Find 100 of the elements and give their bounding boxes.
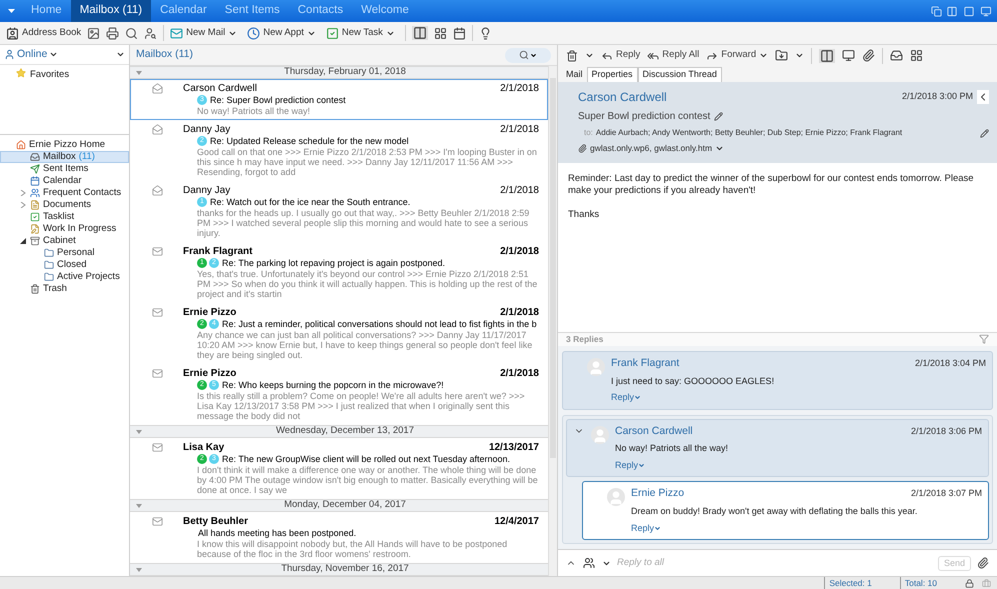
caret-icon (530, 52, 537, 58)
message-date: 2/1/2018 (500, 244, 539, 258)
tasklist-icon (30, 212, 40, 222)
collapse-icon[interactable] (977, 90, 989, 104)
dropdown-caret-icon (116, 50, 125, 59)
favorites-label[interactable]: Favorites (30, 68, 70, 82)
picture-icon[interactable] (87, 26, 100, 40)
folder-tree-item[interactable]: Tasklist (0, 211, 129, 223)
status-dropdown[interactable]: Online (4, 46, 58, 62)
filter-icon[interactable] (979, 334, 989, 344)
pencil-icon[interactable] (980, 128, 989, 138)
unread-count: (11) (78, 150, 95, 164)
reply-text: I just need to say: GOOOOOO EAGLES! (611, 374, 776, 388)
folder-tree-item[interactable]: Documents (0, 199, 129, 211)
toolbar-button[interactable]: Reply All (647, 48, 700, 63)
toolbar-button[interactable]: New Task (326, 26, 395, 40)
lock-icon (965, 578, 974, 588)
message-preview: Is this really still a problem? Come on people! We're all adults here aren't we? >>> Lisa Kay 12/13/2017 3:58 PM >>> I just realized that when I originally sent this message the body did not (196, 391, 526, 421)
pencil-icon[interactable] (714, 112, 724, 121)
reply-date: 2/1/2018 3:07 PM (910, 487, 982, 500)
sender-name: Ernie Pizzo (183, 366, 236, 380)
sender-name: Lisa Kay (183, 440, 224, 454)
folder-tree-item[interactable]: Frequent Contacts (0, 187, 129, 199)
calendar-icon[interactable] (452, 26, 466, 40)
folder-tree-item[interactable]: Cabinet (0, 235, 129, 247)
paperclip-icon[interactable] (977, 555, 989, 571)
find-user-icon[interactable] (144, 26, 158, 40)
message-subject: Re: The new GroupWise client will be rolled out next Tuesday afternoon. (222, 454, 510, 464)
search-icon (519, 50, 529, 60)
attachment-list[interactable]: gwlast.only.wp6, gwlast.only.htm (590, 142, 712, 155)
toolbar-button[interactable]: Reply (601, 48, 640, 63)
search-icon[interactable] (125, 26, 138, 40)
folder-icon (44, 260, 54, 270)
expanded-triangle-icon[interactable] (20, 238, 26, 244)
message-body-text: Thanks (568, 208, 600, 221)
message-subject: Re: Updated Release schedule for the new model (210, 136, 409, 146)
triangle-icon (136, 430, 142, 434)
folder-tree-item[interactable]: Work In Progress (0, 223, 129, 235)
grid-icon[interactable] (910, 49, 924, 62)
paperclip-icon[interactable] (862, 49, 876, 62)
move-folder-icon[interactable] (775, 49, 788, 62)
reply-text: No way! Patriots all the way! (615, 442, 730, 456)
selected-count: Selected: 1 (824, 576, 892, 589)
message-preview: Good call on that one >>> Ernie Pizzo 2/1/2018 2:53 PM >>> I'm looping Buster in on this since h may have input we need. >>> Danny Jay 12/11/2017 11:56 AM >>> Resending, forgot to add (196, 147, 538, 177)
dropdown-caret-icon (795, 51, 804, 60)
people-icon[interactable] (582, 557, 596, 569)
folder-tree-item[interactable]: Sent Items (0, 163, 129, 175)
date-group-header[interactable]: Thursday, February 01, 2018 (130, 66, 548, 79)
window-icon[interactable] (931, 6, 942, 16)
layout-icon[interactable] (979, 6, 993, 16)
replies-count: 3 Replies (566, 332, 604, 346)
lightbulb-icon[interactable] (478, 26, 492, 40)
layout-icon[interactable] (842, 49, 856, 62)
toolbar-button[interactable]: Address Book (6, 26, 82, 40)
folder-name: Sent Items (43, 162, 88, 176)
tray-icon[interactable] (890, 49, 904, 62)
folder-tree-item[interactable]: Personal (0, 247, 129, 259)
search-button[interactable] (505, 48, 551, 62)
sender-name: Danny Jay (183, 122, 230, 136)
folder-name: Mailbox (43, 150, 76, 164)
folder-tree-item[interactable]: Trash (0, 283, 129, 295)
top-tab[interactable]: Mailbox (11) (70, 0, 152, 22)
briefcase-icon (982, 578, 991, 588)
reply-link[interactable]: Reply (615, 458, 646, 472)
sender-name: Betty Beuhler (183, 514, 248, 528)
date-group-header[interactable]: Wednesday, December 13, 2017 (130, 425, 548, 438)
date-group-header[interactable]: Thursday, November 16, 2017 (130, 563, 548, 576)
toolbar-button[interactable]: New Mail (170, 26, 238, 40)
message-sender[interactable]: Carson Cardwell (578, 88, 667, 106)
message-item[interactable]: Betty Beuhler 12/4/2017 All hands meeting has been postponed. I know this will disappoint nobody but, the All Hands will have to be postponed because of the floc in the 3rd floor womens' restroom. (130, 512, 548, 563)
folder-name: Ernie Pizzo Home (29, 138, 106, 152)
contacts-icon (30, 188, 40, 198)
reply-input[interactable]: Reply to all (617, 556, 932, 570)
folder-icon (44, 272, 54, 282)
date-group-header[interactable]: Monday, December 04, 2017 (130, 499, 548, 512)
folder-tree-item[interactable]: Active Projects (0, 271, 129, 283)
view-tab[interactable]: Properties (586, 67, 638, 82)
panel-layout-icon[interactable] (819, 48, 836, 62)
toolbar-button[interactable]: New Appt (247, 26, 316, 40)
dropdown-caret-icon (585, 51, 594, 60)
view-tab[interactable]: Discussion Thread (638, 67, 722, 82)
reply-author: Ernie Pizzo (631, 486, 684, 502)
grid-icon[interactable] (434, 26, 447, 40)
reply-link[interactable]: Reply (631, 522, 662, 535)
folder-tree-item[interactable]: Calendar (0, 175, 129, 187)
message-date: 2/1/2018 (500, 122, 539, 136)
paperclip-icon (578, 144, 587, 153)
panel-layout-icon[interactable] (412, 26, 428, 40)
trash-icon[interactable] (566, 50, 578, 62)
toolbar-button[interactable]: Forward (706, 48, 768, 63)
folder-tree-item[interactable]: Ernie Pizzo Home (0, 139, 129, 151)
scrollbar[interactable] (548, 66, 557, 576)
folder-tree-item[interactable]: Closed (0, 259, 129, 271)
reply-text: Dream on buddy! Brady won't get away with deflating the balls this year. (631, 505, 918, 518)
person-icon (4, 49, 15, 60)
caret-icon (49, 50, 58, 59)
printer-icon[interactable] (106, 26, 120, 40)
envelope-icon (170, 26, 184, 40)
folder-tree-item[interactable]: Mailbox (11) (0, 151, 129, 163)
reply-link[interactable]: Reply (611, 391, 642, 404)
